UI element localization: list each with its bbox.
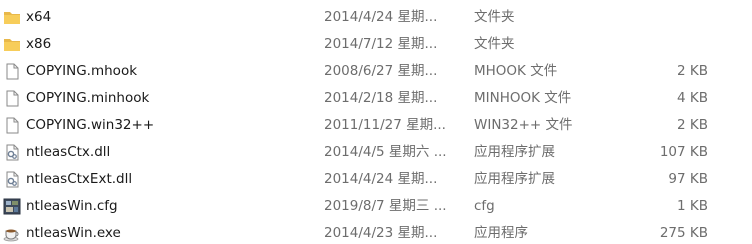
file-size: 275 KB bbox=[659, 225, 708, 241]
file-type: MINHOOK 文件 bbox=[474, 90, 572, 106]
file-modified-date: 2014/4/5 星期六 ... bbox=[324, 144, 447, 160]
file-modified-date: 2014/4/24 星期... bbox=[324, 171, 438, 187]
file-size: 2 KB bbox=[677, 63, 708, 79]
file-size: 4 KB bbox=[677, 90, 708, 106]
file-name: ntleasWin.cfg bbox=[26, 198, 118, 214]
file-size: 1 KB bbox=[677, 198, 708, 214]
file-name: COPYING.win32++ bbox=[26, 117, 155, 133]
file-modified-date: 2014/4/24 星期... bbox=[324, 9, 438, 25]
teacup-app-icon bbox=[3, 225, 21, 242]
dll-icon bbox=[3, 144, 21, 161]
file-modified-date: 2014/7/12 星期... bbox=[324, 36, 438, 52]
file-name: ntleasWin.exe bbox=[26, 225, 121, 241]
file-name: x64 bbox=[26, 9, 52, 25]
file-type: cfg bbox=[474, 198, 495, 214]
file-modified-date: 2014/4/23 星期... bbox=[324, 225, 438, 241]
file-type: 应用程序扩展 bbox=[474, 171, 555, 187]
file-row[interactable]: ntleasCtxExt.dll 2014/4/24 星期... 应用程序扩展 … bbox=[0, 166, 752, 193]
file-list: x64 2014/4/24 星期... 文件夹 x86 2014/7/12 星期… bbox=[0, 0, 752, 244]
file-type: 应用程序 bbox=[474, 225, 528, 241]
file-type: 文件夹 bbox=[474, 36, 515, 52]
file-icon bbox=[3, 63, 21, 80]
file-name: COPYING.mhook bbox=[26, 63, 138, 79]
file-size bbox=[610, 31, 708, 58]
file-type: 文件夹 bbox=[474, 9, 515, 25]
file-row[interactable]: COPYING.minhook 2014/2/18 星期... MINHOOK … bbox=[0, 85, 752, 112]
file-name: ntleasCtx.dll bbox=[26, 144, 111, 160]
file-name: COPYING.minhook bbox=[26, 90, 150, 106]
file-icon bbox=[3, 90, 21, 107]
file-row[interactable]: COPYING.win32++ 2011/11/27 星期... WIN32++… bbox=[0, 112, 752, 139]
file-row[interactable]: COPYING.mhook 2008/6/27 星期... MHOOK 文件 2… bbox=[0, 58, 752, 85]
file-type: WIN32++ 文件 bbox=[474, 117, 573, 133]
file-modified-date: 2008/6/27 星期... bbox=[324, 63, 438, 79]
file-row[interactable]: x64 2014/4/24 星期... 文件夹 bbox=[0, 4, 752, 31]
file-name: ntleasCtxExt.dll bbox=[26, 171, 133, 187]
file-modified-date: 2014/2/18 星期... bbox=[324, 90, 438, 106]
config-file-icon bbox=[3, 198, 21, 215]
file-row[interactable]: ntleasCtx.dll 2014/4/5 星期六 ... 应用程序扩展 10… bbox=[0, 139, 752, 166]
dll-icon bbox=[3, 171, 21, 188]
file-row[interactable]: x86 2014/7/12 星期... 文件夹 bbox=[0, 31, 752, 58]
file-name: x86 bbox=[26, 36, 52, 52]
file-icon bbox=[3, 117, 21, 134]
file-size: 2 KB bbox=[677, 117, 708, 133]
file-row[interactable]: ntleasWin.exe 2014/4/23 星期... 应用程序 275 K… bbox=[0, 220, 752, 244]
file-size: 107 KB bbox=[659, 144, 708, 160]
file-row[interactable]: ntleasWin.cfg 2019/8/7 星期三 ... cfg 1 KB bbox=[0, 193, 752, 220]
file-modified-date: 2011/11/27 星期... bbox=[324, 117, 446, 133]
folder-icon bbox=[3, 9, 21, 26]
file-type: MHOOK 文件 bbox=[474, 63, 558, 79]
folder-icon bbox=[3, 36, 21, 53]
file-type: 应用程序扩展 bbox=[474, 144, 555, 160]
file-modified-date: 2019/8/7 星期三 ... bbox=[324, 198, 447, 214]
file-size: 97 KB bbox=[668, 171, 708, 187]
file-size bbox=[610, 4, 708, 31]
